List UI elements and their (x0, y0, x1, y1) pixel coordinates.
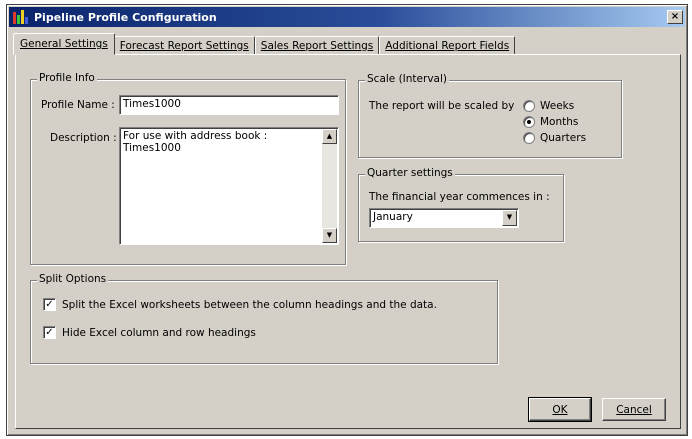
radio-button[interactable] (523, 100, 535, 112)
cancel-button[interactable]: Cancel (602, 398, 666, 421)
chart-app-icon (12, 9, 30, 25)
description-textarea[interactable]: For use with address book : Times1000 ▲ … (119, 127, 339, 245)
profile-info-group: Profile Info Profile Name : Times1000 De… (30, 72, 346, 265)
scale-interval-title: Scale (Interval) (365, 73, 449, 85)
quarter-settings-group: Quarter settings The financial year comm… (358, 167, 564, 242)
radio-months[interactable]: Months (523, 116, 578, 128)
description-label: Description : (50, 132, 117, 144)
cancel-button-label: Cancel (616, 403, 652, 416)
close-icon[interactable]: × (667, 10, 683, 24)
ok-button-label: OK (552, 403, 568, 416)
radio-weeks[interactable]: Weeks (523, 100, 574, 112)
tab-label: General Settings (20, 38, 108, 50)
description-scrollbar[interactable]: ▲ ▼ (322, 129, 337, 243)
radio-label: Months (540, 116, 579, 128)
tab-label: Additional Report Fields (385, 39, 510, 52)
check-icon[interactable]: ✓ (43, 298, 56, 311)
radio-button[interactable] (523, 132, 535, 144)
radio-label: Quarters (540, 132, 587, 144)
ok-button[interactable]: OK (528, 397, 592, 422)
scroll-down-icon[interactable]: ▼ (322, 228, 337, 243)
financial-year-value: January (373, 211, 413, 223)
scale-interval-group: Scale (Interval) The report will be scal… (358, 73, 622, 158)
checkbox-label: Hide Excel column and row headings (62, 326, 256, 339)
tab-sales-report-settings[interactable]: Sales Report Settings (254, 36, 380, 55)
window-title: Pipeline Profile Configuration (34, 10, 217, 24)
tab-additional-report-fields[interactable]: Additional Report Fields (379, 36, 516, 55)
tab-forecast-report-settings[interactable]: Forecast Report Settings (113, 36, 255, 55)
checkbox-label: Split the Excel worksheets between the c… (62, 298, 437, 311)
radio-button-selected[interactable] (523, 116, 535, 128)
chevron-down-icon[interactable]: ▼ (502, 210, 517, 226)
quarter-prompt: The financial year commences in : (369, 191, 550, 203)
split-options-group: Split Options ✓ Split the Excel workshee… (30, 273, 498, 364)
tab-general-settings[interactable]: General Settings (13, 33, 115, 55)
split-options-title: Split Options (37, 273, 109, 285)
dialog-window: Pipeline Profile Configuration × General… (6, 4, 688, 436)
tab-strip: General Settings Forecast Report Setting… (13, 33, 516, 55)
title-bar[interactable]: Pipeline Profile Configuration × (9, 7, 685, 27)
description-text: For use with address book : Times1000 (123, 130, 268, 154)
tab-label: Sales Report Settings (260, 39, 374, 52)
general-settings-panel: Profile Info Profile Name : Times1000 De… (15, 54, 681, 429)
split-worksheets-checkbox[interactable]: ✓ Split the Excel worksheets between the… (43, 298, 437, 311)
profile-name-label: Profile Name : (41, 99, 115, 111)
radio-label: Weeks (540, 100, 575, 112)
quarter-settings-title: Quarter settings (365, 167, 455, 179)
check-icon[interactable]: ✓ (43, 326, 56, 339)
financial-year-select[interactable]: January ▼ (369, 208, 519, 228)
profile-name-input[interactable]: Times1000 (119, 95, 339, 115)
profile-info-title: Profile Info (37, 72, 97, 84)
tab-label: Forecast Report Settings (119, 39, 249, 52)
scroll-up-icon[interactable]: ▲ (322, 129, 337, 144)
hide-headings-checkbox[interactable]: ✓ Hide Excel column and row headings (43, 326, 256, 339)
radio-quarters[interactable]: Quarters (523, 132, 586, 144)
scale-prompt: The report will be scaled by (369, 100, 515, 112)
